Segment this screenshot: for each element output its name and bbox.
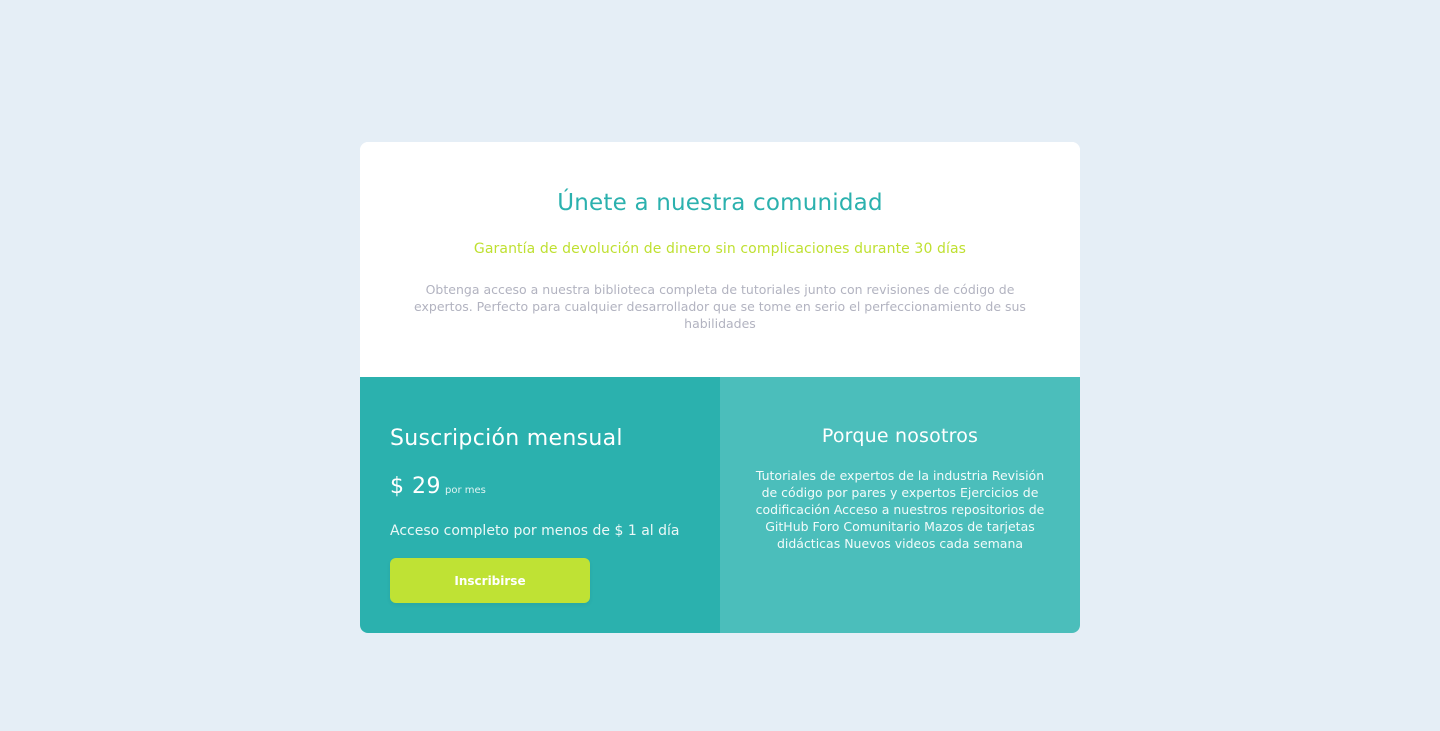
pricing-card: Únete a nuestra comunidad Garantía de de… — [360, 142, 1080, 633]
card-header-section: Únete a nuestra comunidad Garantía de de… — [360, 142, 1080, 377]
price-period: por mes — [444, 485, 486, 496]
access-text: Acceso completo por menos de $ 1 al día — [390, 523, 680, 539]
why-us-title: Porque nosotros — [821, 425, 979, 447]
why-us-text: Tutoriales de expertos de la industria R… — [755, 468, 1045, 551]
subscription-title: Suscripción mensual — [390, 426, 623, 451]
price-amount: $ 29 — [390, 474, 441, 499]
description-text: Obtenga acceso a nuestra biblioteca comp… — [414, 282, 1026, 331]
sign-up-button[interactable]: Inscribirse — [390, 558, 590, 603]
guarantee-text: Garantía de devolución de dinero sin com… — [473, 241, 967, 257]
subscription-section: Suscripción mensual $ 29 por mes Acceso c… — [360, 377, 720, 633]
price-row: $ 29 por mes — [390, 474, 486, 499]
why-us-section: Porque nosotros Tutoriales de expertos d… — [720, 377, 1080, 633]
page-title: Únete a nuestra comunidad — [557, 190, 883, 216]
